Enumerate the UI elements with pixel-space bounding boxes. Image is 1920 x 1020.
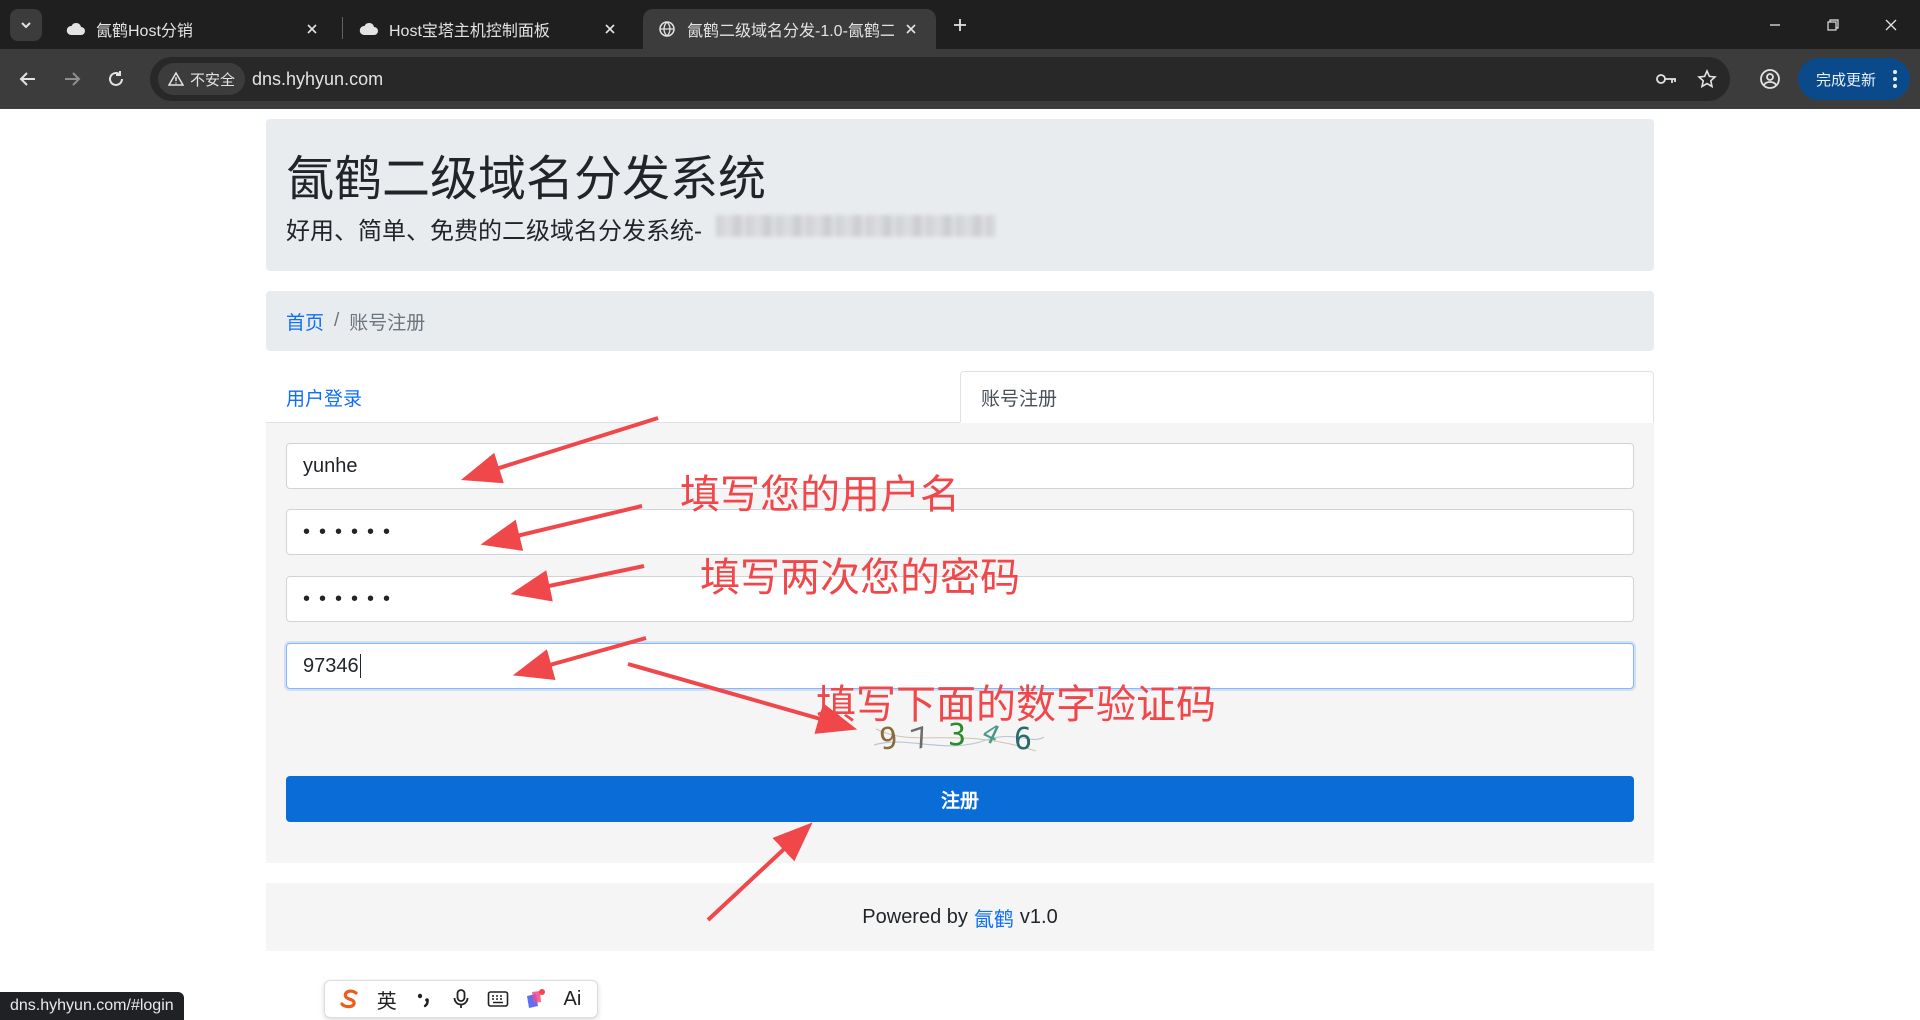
forward-button[interactable] <box>54 61 90 97</box>
text-caret <box>359 654 361 678</box>
register-form: yunhe •••••• •••••• 97346 9 7 3 4 6 注册 <box>266 423 1654 863</box>
cloud-icon <box>66 19 86 39</box>
tab-title: 氤鹤Host分销 <box>96 23 193 40</box>
username-input[interactable]: yunhe <box>286 443 1634 489</box>
footer-link[interactable]: 氤鹤 <box>974 903 1014 932</box>
reload-button[interactable] <box>98 61 134 97</box>
redacted-text <box>716 215 996 237</box>
close-icon[interactable] <box>900 18 922 40</box>
security-label: 不安全 <box>190 71 236 89</box>
punctuation-icon[interactable] <box>410 985 438 1013</box>
tab-title: Host宝塔主机控制面板 <box>389 23 550 40</box>
annotation-captcha-hint: 填写下面的数字验证码 <box>816 682 1216 728</box>
footer-version: v1.0 <box>1019 905 1058 928</box>
footer-prefix: Powered by <box>862 905 968 928</box>
chevron-down-icon <box>21 22 31 29</box>
register-submit-button[interactable]: 注册 <box>286 776 1634 822</box>
tab-login[interactable]: 用户登录 <box>266 371 960 423</box>
auth-tabs: 用户登录 账号注册 <box>266 371 1654 423</box>
ime-language-toggle[interactable]: 英 <box>373 985 401 1013</box>
password-value: •••••• <box>303 520 400 543</box>
address-bar[interactable]: 不安全 dns.hyhyun.com <box>150 57 1730 101</box>
tab-separator <box>342 17 343 39</box>
account-circle-icon <box>1760 69 1780 89</box>
browser-toolbar: 不安全 dns.hyhyun.com 完成更新 <box>0 49 1920 109</box>
cloud-icon <box>359 19 379 39</box>
more-vertical-icon[interactable] <box>1892 69 1898 89</box>
restore-button[interactable] <box>1804 0 1862 49</box>
status-bar-url: dns.hyhyun.com/#login <box>0 992 184 1020</box>
confirm-password-value: •••••• <box>303 587 400 610</box>
tab-search-button[interactable] <box>10 9 42 41</box>
browser-window: 氤鹤Host分销 Host宝塔主机控制面板 氤鹤二级域名分发-1.0-氤鹤二级 <box>0 0 1920 1020</box>
star-icon[interactable] <box>1695 67 1719 91</box>
url-text[interactable]: dns.hyhyun.com <box>252 69 383 90</box>
arrow-right-icon <box>65 72 81 86</box>
update-label: 完成更新 <box>1816 71 1877 89</box>
plus-icon <box>954 19 966 31</box>
key-icon[interactable] <box>1655 67 1679 91</box>
keyboard-icon[interactable] <box>484 985 512 1013</box>
reload-icon <box>109 71 123 86</box>
site-subtitle: 好用、简单、免费的二级域名分发系统- <box>286 218 702 245</box>
header-jumbotron: 氤鹤二级域名分发系统 好用、简单、免费的二级域名分发系统- <box>266 119 1654 271</box>
tab-strip: 氤鹤Host分销 Host宝塔主机控制面板 氤鹤二级域名分发-1.0-氤鹤二级 <box>0 0 1920 49</box>
close-icon[interactable] <box>301 18 323 40</box>
ime-toolbar: 英 Ai <box>324 980 598 1018</box>
captcha-value: 97346 <box>303 654 359 677</box>
browser-tab[interactable]: 氤鹤Host分销 <box>52 9 337 49</box>
update-button[interactable]: 完成更新 <box>1798 58 1910 100</box>
new-tab-button[interactable] <box>944 12 976 38</box>
breadcrumb-separator: / <box>334 310 340 331</box>
microphone-icon[interactable] <box>447 985 475 1013</box>
close-icon <box>1885 19 1897 30</box>
skin-icon[interactable] <box>521 985 549 1013</box>
sogou-logo-icon[interactable] <box>336 985 364 1013</box>
breadcrumb: 首页 / 账号注册 <box>266 291 1654 351</box>
username-value: yunhe <box>303 454 358 477</box>
tab-register[interactable]: 账号注册 <box>960 371 1654 423</box>
annotation-username-hint: 填写您的用户名 <box>680 472 960 518</box>
browser-tab-active[interactable]: 氤鹤二级域名分发-1.0-氤鹤二级 <box>643 9 936 49</box>
browser-tab[interactable]: Host宝塔主机控制面板 <box>345 9 635 49</box>
back-button[interactable] <box>10 61 46 97</box>
minimize-icon <box>1770 23 1780 26</box>
ai-icon[interactable]: Ai <box>558 985 586 1013</box>
breadcrumb-home-link[interactable]: 首页 <box>286 308 324 335</box>
arrow-left-icon <box>19 72 35 86</box>
page-footer: Powered by 氤鹤 v1.0 <box>266 883 1654 951</box>
site-title: 氤鹤二级域名分发系统 <box>286 153 767 206</box>
close-icon[interactable] <box>599 18 621 40</box>
site-security-chip[interactable]: 不安全 <box>158 63 246 95</box>
warning-triangle-icon <box>168 71 184 86</box>
window-close-button[interactable] <box>1862 0 1920 49</box>
minimize-button[interactable] <box>1746 0 1804 49</box>
tab-title: 氤鹤二级域名分发-1.0-氤鹤二级 <box>687 23 894 40</box>
globe-icon <box>657 19 677 39</box>
restore-icon <box>1827 18 1839 31</box>
profile-button[interactable] <box>1752 61 1788 97</box>
annotation-password-hint: 填写两次您的密码 <box>700 555 1020 601</box>
breadcrumb-current: 账号注册 <box>349 312 426 334</box>
